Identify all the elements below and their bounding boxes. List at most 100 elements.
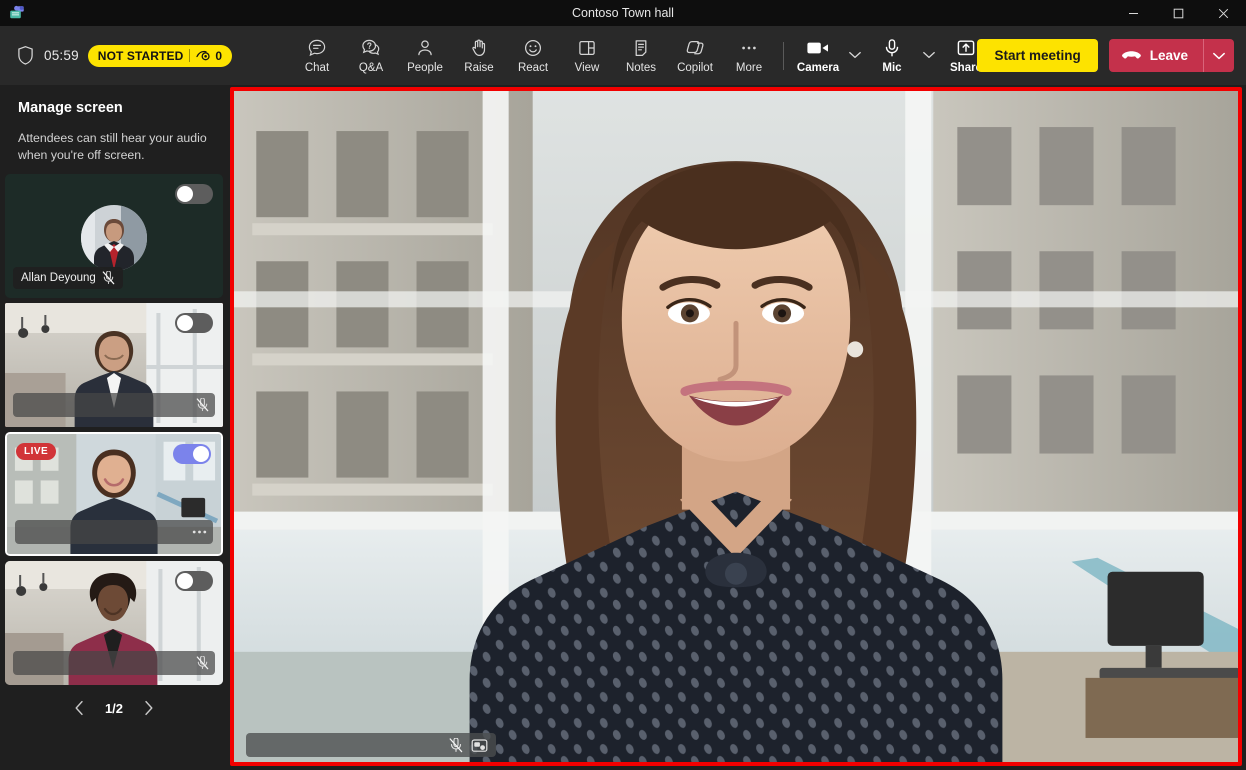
panel-description: Attendees can still hear your audio when… (18, 131, 207, 162)
notes-icon (631, 37, 651, 59)
mic-off-icon (449, 737, 463, 753)
panel-title: Manage screen (18, 100, 123, 116)
camera-on-icon (806, 37, 830, 59)
pin-video-icon[interactable] (471, 738, 488, 753)
toolbar-button-camera[interactable]: Camera (791, 29, 845, 82)
toolbar-label: React (517, 62, 549, 74)
toolbar-label: View (574, 62, 600, 74)
hangup-icon (1121, 49, 1142, 63)
raise-hand-icon (469, 37, 489, 59)
toolbar-button-more[interactable]: More (722, 29, 776, 82)
chevron-right-icon[interactable] (137, 697, 159, 719)
participant-tile-3-live[interactable]: LIVE (5, 432, 223, 556)
toolbar-center-group: Chat Q&A People Raise React View Notes C… (290, 26, 993, 85)
people-icon (415, 37, 435, 59)
toolbar-label: Copilot (677, 62, 713, 74)
teams-icon (4, 0, 30, 26)
toolbar-button-raise[interactable]: Raise (452, 29, 506, 82)
toolbar-button-copilot[interactable]: Copilot (668, 29, 722, 82)
participant-tile-allan-deyoung[interactable]: Allan Deyoung (5, 174, 223, 298)
tile-name-chip: Allan Deyoung (13, 267, 123, 289)
toolbar-label: Raise (464, 62, 494, 74)
start-meeting-button[interactable]: Start meeting (977, 39, 1098, 72)
mic-off-icon (196, 656, 209, 670)
chat-icon (307, 37, 327, 59)
participant-tiles: Allan Deyoung LIVE (5, 174, 223, 685)
tile-name-bar (13, 651, 215, 675)
qa-icon (361, 37, 381, 59)
tile-toggle[interactable] (175, 184, 213, 204)
meeting-toolbar: 05:59 NOT STARTED 0 Chat Q&A People Rais… (0, 26, 1246, 85)
react-smiley-icon (523, 37, 543, 59)
leave-button-group: Leave (1108, 39, 1234, 72)
toolbar-label: Camera (796, 62, 840, 74)
meeting-timer: 05:59 (44, 48, 79, 63)
toolbar-button-chat[interactable]: Chat (290, 29, 344, 82)
chevron-left-icon[interactable] (69, 697, 91, 719)
live-badge: LIVE (16, 443, 57, 460)
toolbar-button-view[interactable]: View (560, 29, 614, 82)
status-badge[interactable]: NOT STARTED 0 (87, 44, 233, 67)
toggle-knob (193, 446, 209, 462)
share-screen-icon (955, 37, 977, 59)
badge-divider (189, 49, 191, 62)
mic-off-icon (196, 398, 209, 412)
eye-icon (196, 50, 210, 60)
toolbar-label: People (407, 62, 443, 74)
camera-options-caret[interactable] (845, 29, 865, 82)
more-ellipsis-icon (739, 37, 759, 59)
toolbar-button-react[interactable]: React (506, 29, 560, 82)
leave-button[interactable]: Leave (1108, 39, 1203, 72)
toolbar-label: Q&A (358, 62, 384, 74)
tile-toggle[interactable] (175, 571, 213, 591)
manage-screen-panel: Manage screen Attendees can still hear y… (0, 85, 228, 770)
tile-pagination: 1/2 (5, 685, 223, 729)
tile-toggle[interactable] (175, 313, 213, 333)
shield-icon[interactable] (16, 45, 35, 66)
page-indicator: 1/2 (104, 700, 124, 716)
toolbar-label: More (735, 62, 763, 74)
leave-label: Leave (1149, 48, 1188, 63)
mic-options-caret[interactable] (919, 29, 939, 82)
more-dots-icon[interactable] (192, 529, 207, 535)
leave-options-caret[interactable] (1204, 39, 1234, 72)
window-title: Contoso Town hall (572, 6, 674, 20)
mic-off-icon (102, 271, 115, 285)
main-video-stage[interactable] (230, 87, 1242, 766)
tile-name-bar (13, 393, 215, 417)
toolbar-left-group: 05:59 NOT STARTED 0 (10, 44, 233, 67)
main-body: Manage screen Attendees can still hear y… (0, 85, 1246, 770)
toggle-knob (177, 315, 193, 331)
toolbar-button-notes[interactable]: Notes (614, 29, 668, 82)
copilot-icon (684, 37, 706, 59)
stage-container (228, 85, 1246, 770)
status-badge-label: NOT STARTED (97, 48, 184, 63)
mic-icon (882, 37, 902, 59)
tile-toggle[interactable] (173, 444, 211, 464)
participant-tile-2[interactable] (5, 303, 223, 427)
toolbar-button-people[interactable]: People (398, 29, 452, 82)
tile-name-bar (15, 520, 213, 544)
toolbar-right-group: Start meeting Leave (977, 39, 1234, 72)
participant-tile-4[interactable] (5, 561, 223, 685)
close-icon[interactable] (1201, 0, 1246, 26)
teams-window: Contoso Town hall 05:59 NOT STARTED 0 Ch… (0, 0, 1246, 770)
minimize-icon[interactable] (1111, 0, 1156, 26)
participant-name: Allan Deyoung (21, 272, 96, 284)
avatar (81, 205, 147, 272)
window-controls (1111, 0, 1246, 26)
stage-name-bar (246, 733, 496, 757)
toolbar-label: Mic (882, 62, 902, 74)
view-layout-icon (577, 37, 597, 59)
toolbar-label: Notes (625, 62, 657, 74)
viewer-count: 0 (215, 48, 223, 63)
toolbar-button-mic[interactable]: Mic (865, 29, 919, 82)
toolbar-button-qa[interactable]: Q&A (344, 29, 398, 82)
toggle-knob (177, 573, 193, 589)
toolbar-divider (783, 41, 784, 70)
title-bar: Contoso Town hall (0, 0, 1246, 26)
toolbar-label: Chat (304, 62, 330, 74)
maximize-icon[interactable] (1156, 0, 1201, 26)
toggle-knob (177, 186, 193, 202)
viewer-count-group: 0 (196, 49, 222, 63)
